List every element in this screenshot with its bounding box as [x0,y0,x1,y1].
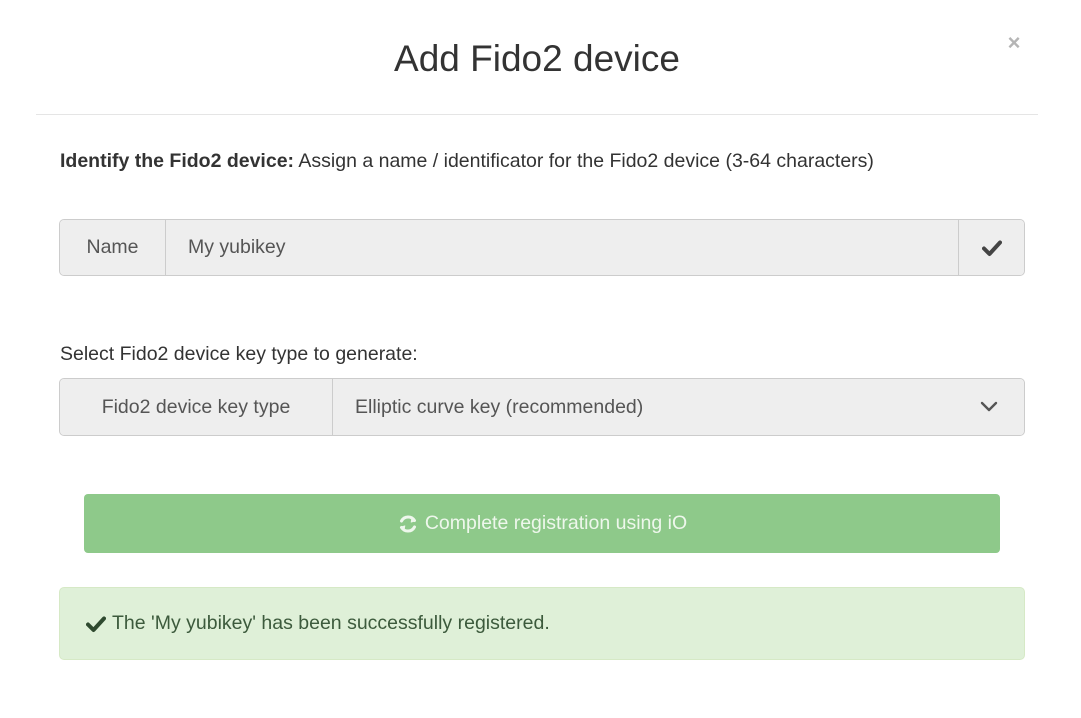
name-input-group: Name My yubikey [59,219,1025,276]
key-type-prompt: Select Fido2 device key type to generate… [60,343,418,365]
name-input[interactable]: My yubikey [166,220,958,275]
intro-label: Identify the Fido2 device: [60,150,295,172]
success-alert: The 'My yubikey' has been successfully r… [59,587,1025,660]
intro-text: Identify the Fido2 device: Assign a name… [60,145,960,178]
chevron-down-icon [980,401,998,413]
dialog-title: Add Fido2 device [394,38,680,79]
add-fido2-dialog: Add Fido2 device × Identify the Fido2 de… [0,0,1081,718]
key-type-addon: Fido2 device key type [60,379,333,435]
dialog-header: Add Fido2 device [36,0,1038,115]
key-type-select[interactable]: Elliptic curve key (recommended) [333,379,1024,435]
key-type-input-group: Fido2 device key type Elliptic curve key… [59,378,1025,436]
name-addon: Name [60,220,166,275]
key-type-selected-value: Elliptic curve key (recommended) [355,395,644,418]
close-button[interactable]: × [1003,32,1025,54]
check-icon [981,239,1002,257]
check-icon [86,615,106,633]
complete-registration-label: Complete registration using iO [424,512,688,534]
intro-description: Assign a name / identificator for the Fi… [294,150,874,172]
refresh-icon [397,513,419,535]
complete-registration-button[interactable]: Complete registration using iO [84,494,1000,553]
check-addon [958,220,1024,275]
success-message: The 'My yubikey' has been successfully r… [112,612,550,634]
